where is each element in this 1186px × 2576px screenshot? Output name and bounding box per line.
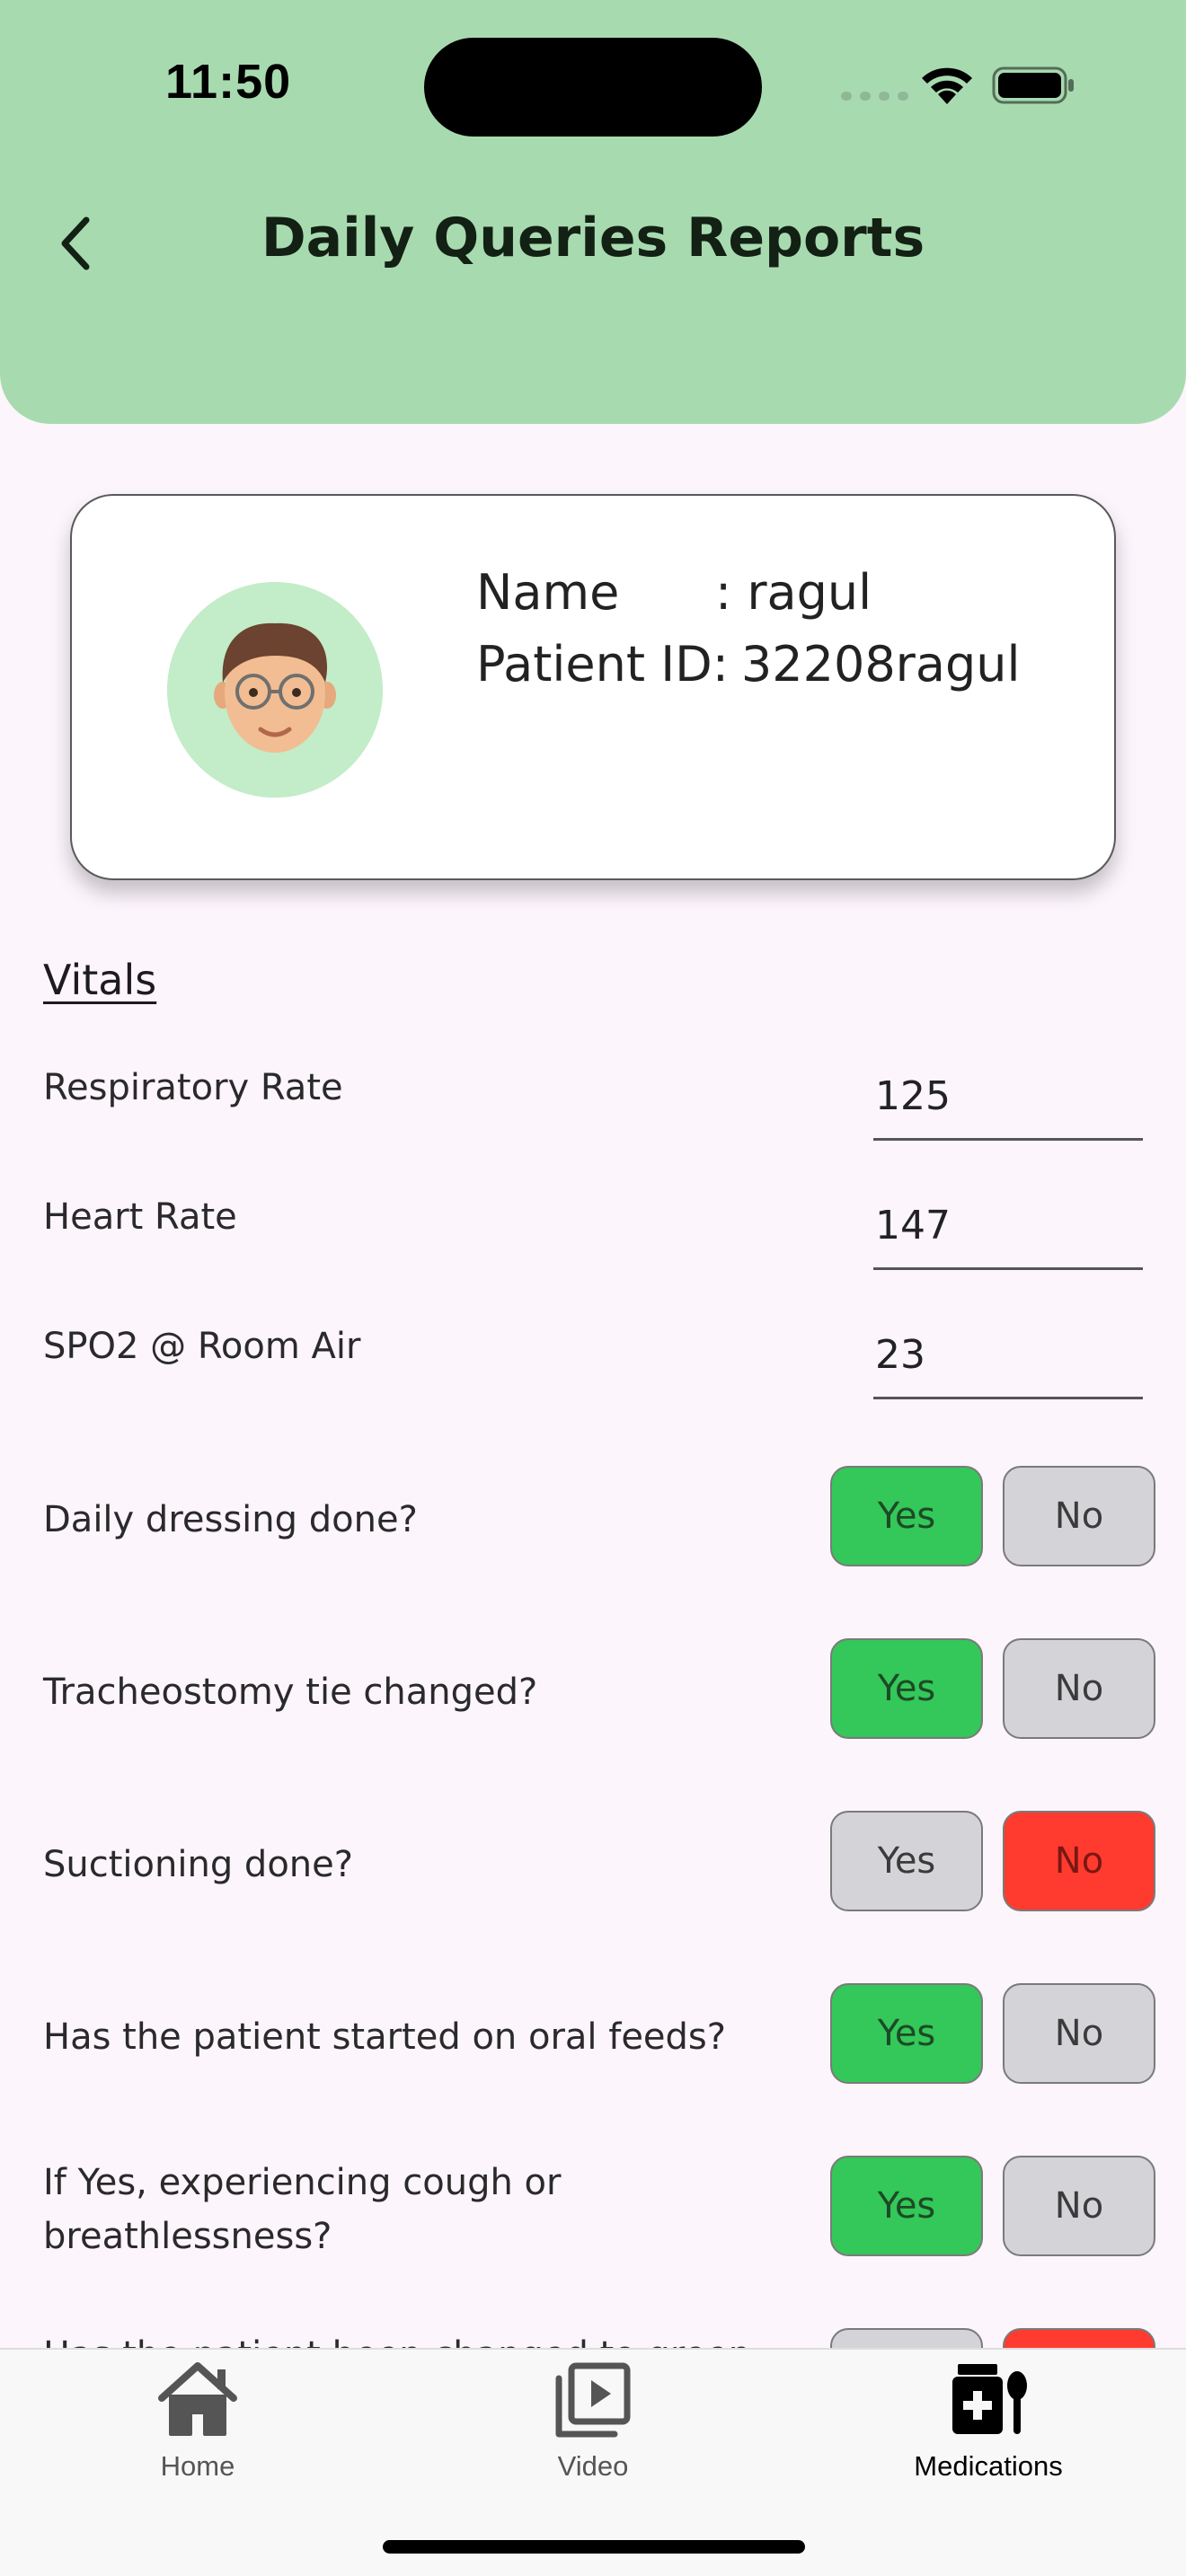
no-button[interactable]: No <box>1003 2328 1155 2348</box>
yes-button[interactable]: Yes <box>830 2328 983 2348</box>
dynamic-island <box>424 38 762 137</box>
patient-id-value: 32208ragul <box>740 636 1021 693</box>
question-row: Daily dressing done? Yes No <box>43 1466 1155 1574</box>
app-header: 11:50 Daily Queries Reports <box>0 0 1186 424</box>
question-label: Suctioning done? <box>43 1844 353 1885</box>
vital-row-spo2: SPO2 @ Room Air <box>43 1301 1143 1426</box>
tab-label: Home <box>160 2450 235 2482</box>
tab-video[interactable]: Video <box>458 2359 728 2493</box>
no-button[interactable]: No <box>1003 2156 1155 2256</box>
spo2-input[interactable] <box>873 1313 1143 1399</box>
yes-button[interactable]: Yes <box>830 1466 983 1566</box>
tab-home[interactable]: Home <box>63 2359 332 2493</box>
yes-button[interactable]: Yes <box>830 1983 983 2084</box>
avatar <box>167 582 383 798</box>
memoji-avatar-icon <box>167 582 383 798</box>
wifi-icon <box>922 67 972 104</box>
no-button[interactable]: No <box>1003 1983 1155 2084</box>
yes-button[interactable]: Yes <box>830 1638 983 1739</box>
tab-label: Video <box>557 2450 629 2482</box>
yes-button[interactable]: Yes <box>830 2156 983 2256</box>
vital-row-respiratory-rate: Respiratory Rate <box>43 1042 1143 1168</box>
question-row: Tracheostomy tie changed? Yes No <box>43 1638 1155 1746</box>
name-label: Name <box>476 564 620 621</box>
home-indicator <box>383 2540 805 2554</box>
home-icon <box>158 2362 237 2436</box>
vital-row-heart-rate: Heart Rate <box>43 1171 1143 1297</box>
question-label: Tracheostomy tie changed? <box>43 1672 538 1713</box>
vital-label: Respiratory Rate <box>43 1067 343 1108</box>
video-library-icon <box>555 2362 631 2438</box>
no-button[interactable]: No <box>1003 1466 1155 1566</box>
patient-info: Name : ragul Patient ID: 32208ragul <box>476 557 1020 701</box>
tab-medications[interactable]: Medications <box>854 2359 1123 2493</box>
scroll-content[interactable]: 11:50 Daily Queries Reports Name: ragul… <box>0 0 1186 2348</box>
cellular-signal-icon <box>841 92 908 101</box>
name-value: : ragul <box>715 564 872 621</box>
no-button[interactable]: No <box>1003 1638 1155 1739</box>
question-row: Suctioning done? Yes No <box>43 1811 1155 1919</box>
battery-icon <box>992 66 1074 104</box>
tab-label: Medications <box>914 2450 1063 2482</box>
question-row: Has the patient been changed to green Ye… <box>43 2328 1155 2348</box>
question-row: Has the patient started on oral feeds? Y… <box>43 1983 1155 2091</box>
question-label: If Yes, experiencing cough or breathless… <box>43 2162 562 2257</box>
page-title: Daily Queries Reports <box>261 207 925 269</box>
vitals-title: Vitals <box>43 956 157 1004</box>
no-button[interactable]: No <box>1003 1811 1155 1911</box>
question-row: If Yes, experiencing cough or breathless… <box>43 2156 1155 2263</box>
patient-card: Name : ragul Patient ID: 32208ragul <box>70 494 1116 880</box>
heart-rate-input[interactable] <box>873 1184 1143 1270</box>
status-time: 11:50 <box>165 55 292 109</box>
vital-label: Heart Rate <box>43 1196 237 1238</box>
question-label: Has the patient started on oral feeds? <box>43 2016 726 2058</box>
medication-icon <box>952 2364 1027 2434</box>
question-label: Daily dressing done? <box>43 1499 418 1540</box>
respiratory-rate-input[interactable] <box>873 1054 1143 1141</box>
yes-button[interactable]: Yes <box>830 1811 983 1911</box>
question-label: Has the patient been changed to green <box>43 2328 780 2348</box>
patient-id-label: Patient ID: <box>476 636 729 693</box>
vital-label: SPO2 @ Room Air <box>43 1326 361 1367</box>
